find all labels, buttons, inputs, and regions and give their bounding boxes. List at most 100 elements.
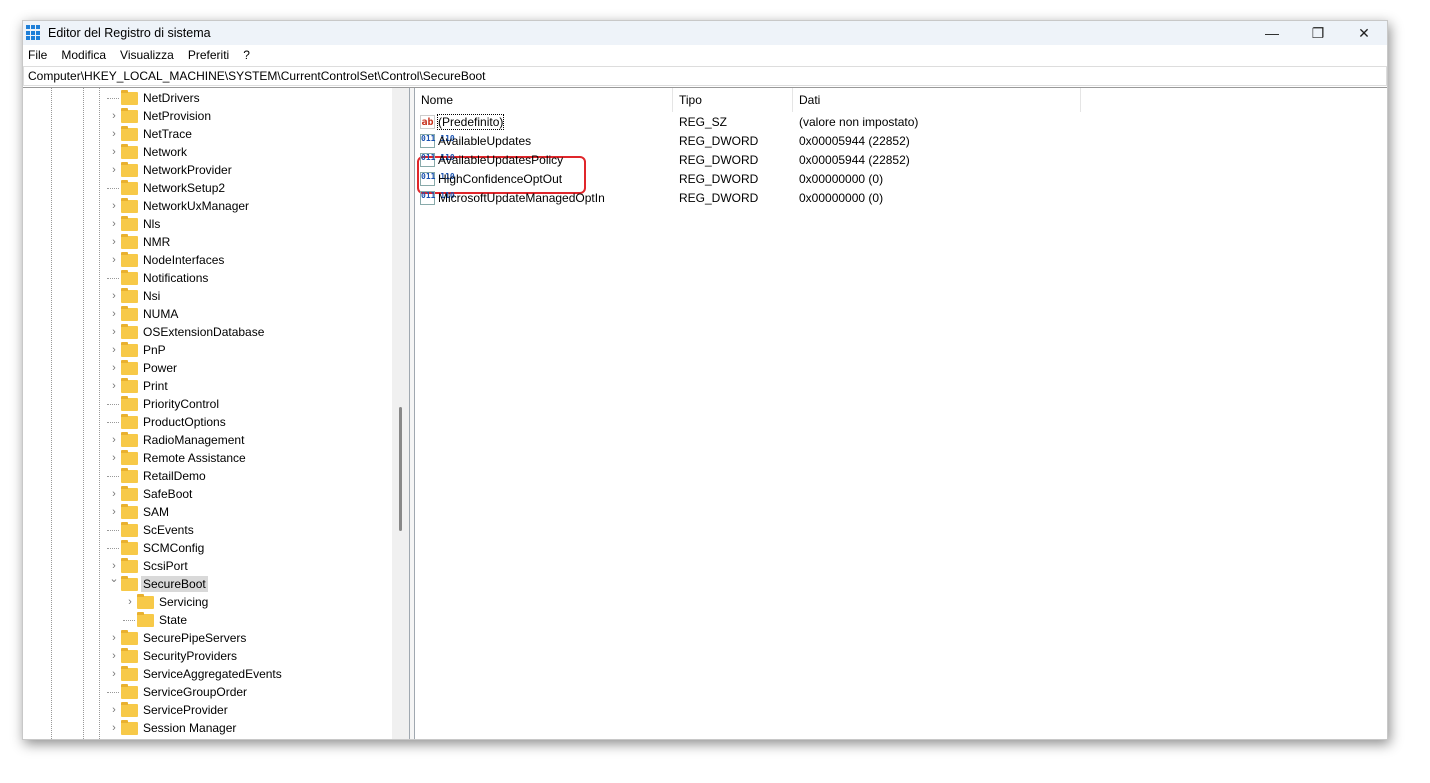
tree-item[interactable]: › RadioManagement [23, 431, 392, 449]
binary-value-icon: 011 110 [420, 190, 455, 205]
tree-item[interactable]: › Network [23, 143, 392, 161]
address-bar[interactable]: Computer\HKEY_LOCAL_MACHINE\SYSTEM\Curre… [23, 66, 1387, 86]
chevron-right-icon[interactable]: › [109, 506, 119, 518]
tree-item[interactable]: › NetworkUxManager [23, 197, 392, 215]
column-header-data[interactable]: Dati [793, 88, 1081, 112]
chevron-right-icon[interactable]: › [109, 668, 119, 680]
tree-item[interactable]: › ScsiPort [23, 557, 392, 575]
tree-item[interactable]: › ServiceAggregatedEvents [23, 665, 392, 683]
tree-item[interactable]: › Session Manager [23, 719, 392, 737]
chevron-right-icon[interactable]: › [109, 236, 119, 248]
tree-item[interactable]: › OSExtensionDatabase [23, 323, 392, 341]
tree-item[interactable]: › NodeInterfaces [23, 251, 392, 269]
tree-item[interactable]: NetDrivers [23, 89, 392, 107]
folder-icon [121, 360, 138, 375]
folder-icon [121, 684, 138, 699]
folder-icon [121, 378, 138, 393]
value-name: AvailableUpdatesPolicy [438, 152, 564, 167]
chevron-right-icon[interactable]: › [109, 290, 119, 302]
content-area: NetDrivers › NetProvision › NetTrace › Network… [23, 87, 1387, 739]
chevron-right-icon[interactable]: › [109, 254, 119, 266]
binary-value-icon: 011 110 [420, 133, 455, 148]
value-row[interactable]: ab (Predefinito) REG_SZ (valore non imposta… [415, 112, 1387, 131]
tree-item[interactable]: › NetTrace [23, 125, 392, 143]
chevron-right-icon[interactable]: › [125, 596, 135, 608]
tree-scrollbar[interactable] [392, 88, 409, 739]
tree-item[interactable]: › Power [23, 359, 392, 377]
values-list: Nome Tipo Dati ab (Predefinito) REG_SZ (val… [415, 88, 1387, 739]
chevron-right-icon[interactable]: › [109, 110, 119, 122]
close-button[interactable]: ✕ [1341, 21, 1387, 45]
column-header-type[interactable]: Tipo [673, 88, 793, 112]
chevron-right-icon[interactable]: › [109, 380, 119, 392]
tree-item[interactable]: ⌄ SecureBoot [23, 572, 392, 593]
chevron-right-icon[interactable]: › [109, 632, 119, 644]
chevron-right-icon[interactable]: › [109, 218, 119, 230]
chevron-right-icon[interactable]: › [109, 560, 119, 572]
folder-icon [121, 342, 138, 357]
value-data: 0x00000000 (0) [799, 171, 884, 186]
chevron-right-icon[interactable]: › [109, 164, 119, 176]
tree-item[interactable]: › NetworkProvider [23, 161, 392, 179]
menu-visualizza[interactable]: Visualizza [120, 48, 174, 62]
binary-value-icon: 011 110 [420, 171, 455, 186]
chevron-right-icon[interactable]: › [109, 488, 119, 500]
value-row[interactable]: 011 110 AvailableUpdates REG_DWORD 0x000059… [415, 131, 1387, 150]
tree-item[interactable]: RetailDemo [23, 467, 392, 485]
tree-item-label: SafeBoot [143, 487, 193, 501]
chevron-right-icon[interactable]: › [109, 146, 119, 158]
tree-item[interactable]: SCMConfig [23, 539, 392, 557]
chevron-right-icon[interactable]: › [109, 128, 119, 140]
value-row[interactable]: 011 110 AvailableUpdatesPolicy REG_DWORD 0x… [415, 150, 1387, 169]
chevron-right-icon[interactable]: › [109, 308, 119, 320]
menu-preferiti[interactable]: Preferiti [188, 48, 229, 62]
tree-item[interactable]: › ServiceProvider [23, 701, 392, 719]
tree-item[interactable]: › NUMA [23, 305, 392, 323]
tree-item[interactable]: › SAM [23, 503, 392, 521]
restore-button[interactable]: ❐ [1295, 21, 1341, 45]
column-header-name[interactable]: Nome [415, 88, 673, 112]
chevron-right-icon[interactable]: › [109, 344, 119, 356]
menu-help[interactable]: ? [243, 48, 250, 62]
chevron-right-icon[interactable]: › [109, 452, 119, 464]
tree-item-label: SecurePipeServers [143, 631, 247, 645]
tree-item[interactable]: › Print [23, 377, 392, 395]
tree-item[interactable]: PriorityControl [23, 395, 392, 413]
tree-item[interactable]: State [23, 611, 392, 629]
minimize-button[interactable]: — [1249, 21, 1295, 45]
value-row[interactable]: 011 110 MicrosoftUpdateManagedOptIn REG_DW… [415, 188, 1387, 207]
tree-item[interactable]: › NMR [23, 233, 392, 251]
menu-file[interactable]: File [28, 48, 47, 62]
folder-icon [121, 522, 138, 537]
tree-connector [107, 278, 119, 279]
tree-item[interactable]: › SecurityProviders [23, 647, 392, 665]
tree-item-label: Print [143, 379, 168, 393]
tree-item[interactable]: › PnP [23, 341, 392, 359]
tree-item-label: NetworkProvider [143, 163, 232, 177]
scrollbar-thumb[interactable] [399, 407, 402, 531]
chevron-right-icon[interactable]: › [109, 434, 119, 446]
tree-item[interactable]: › NetProvision [23, 107, 392, 125]
tree-item[interactable]: ProductOptions [23, 413, 392, 431]
tree-item[interactable]: ScEvents [23, 521, 392, 539]
tree-item[interactable]: › SecurePipeServers [23, 629, 392, 647]
tree-item[interactable]: › Nls [23, 215, 392, 233]
value-row[interactable]: 011 110 HighConfidenceOptOut REG_DWORD 0x00… [415, 169, 1387, 188]
chevron-right-icon[interactable]: › [109, 722, 119, 734]
chevron-right-icon[interactable]: › [109, 650, 119, 662]
tree-item[interactable]: › Remote Assistance [23, 449, 392, 467]
tree-item-label: ServiceGroupOrder [143, 685, 248, 699]
chevron-right-icon[interactable]: › [109, 326, 119, 338]
tree-item[interactable]: › SafeBoot [23, 485, 392, 503]
chevron-down-icon[interactable]: ⌄ [109, 572, 119, 585]
chevron-right-icon[interactable]: › [109, 362, 119, 374]
tree-item[interactable]: ServiceGroupOrder [23, 683, 392, 701]
tree-item[interactable]: › Nsi [23, 287, 392, 305]
chevron-right-icon[interactable]: › [109, 704, 119, 716]
chevron-right-icon[interactable]: › [109, 200, 119, 212]
menu-modifica[interactable]: Modifica [61, 48, 106, 62]
tree-item-label: NUMA [143, 307, 179, 321]
tree-item[interactable]: › Servicing [23, 593, 392, 611]
tree-item[interactable]: NetworkSetup2 [23, 179, 392, 197]
tree-item[interactable]: Notifications [23, 269, 392, 287]
